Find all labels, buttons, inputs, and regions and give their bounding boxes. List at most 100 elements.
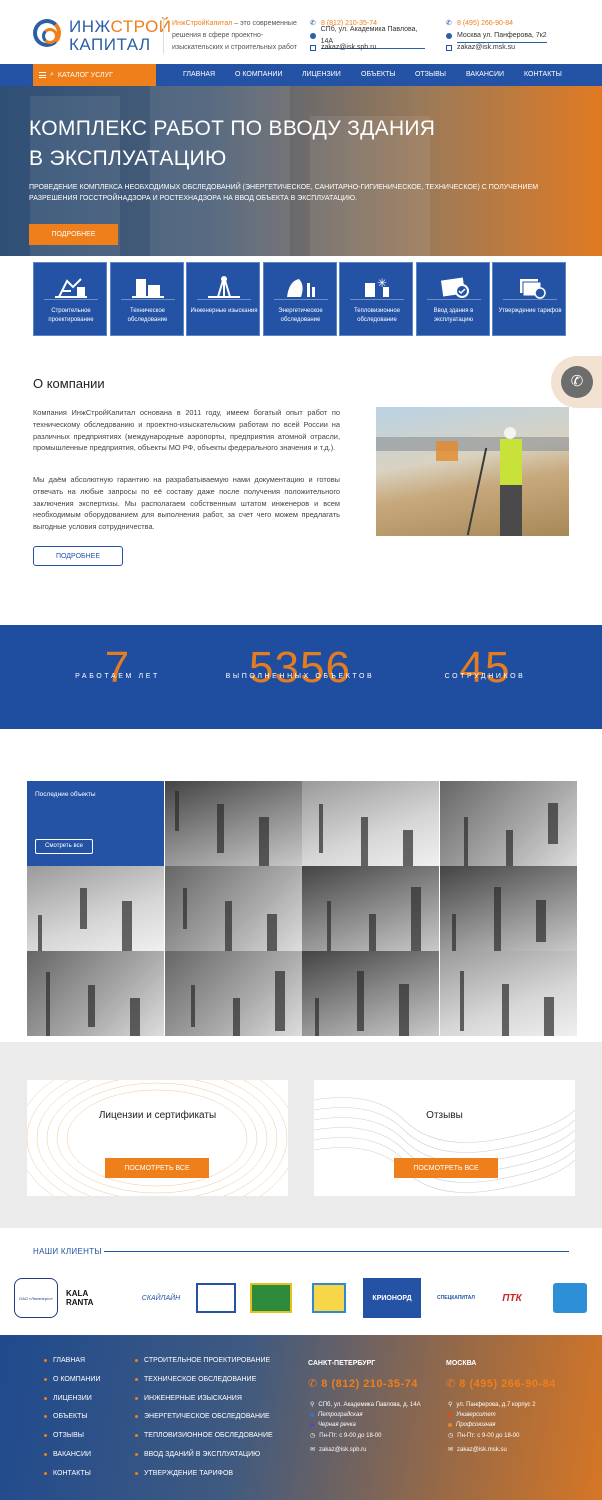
contacts-msk: ✆ 8 (495) 266-90-84 Москва ул. Панферова,…: [446, 18, 566, 54]
footer-service-link[interactable]: ЭНЕРГЕТИЧЕСКОЕ ОБСЛЕДОВАНИЕ: [135, 1413, 270, 1420]
client-logo[interactable]: [196, 1283, 236, 1313]
nav-item-about[interactable]: О КОМПАНИИ: [235, 64, 282, 86]
client-logo[interactable]: СПЕЦКАПИТАЛ: [428, 1278, 484, 1318]
gallery-photo[interactable]: [164, 866, 302, 951]
footer-link[interactable]: ВАКАНСИИ: [44, 1451, 91, 1458]
msk-address[interactable]: Москва ул. Панферова, 7к2: [457, 30, 547, 43]
photo-structure: [535, 900, 546, 942]
msk-email[interactable]: zakaz@isk.msk.su: [457, 42, 515, 54]
nav-item-objects[interactable]: ОБЪЕКТЫ: [361, 64, 396, 86]
licenses-card[interactable]: Лицензии и сертификаты ПОСМОТРЕТЬ ВСЕ: [27, 1080, 288, 1196]
service-item[interactable]: Техническое обследование: [109, 262, 184, 336]
client-logo[interactable]: СКАЙЛАЙН: [138, 1278, 184, 1318]
footer-link[interactable]: КОНТАКТЫ: [44, 1470, 91, 1477]
search-icon: ⌕: [50, 71, 54, 78]
gallery-photo[interactable]: [439, 781, 577, 866]
photo-structure: [411, 887, 421, 951]
gallery-photo[interactable]: [439, 951, 577, 1036]
footer-service-link[interactable]: ТЕПЛОВИЗИОННОЕ ОБСЛЕДОВАНИЕ: [135, 1432, 273, 1439]
client-logo[interactable]: КРИОНОРД: [363, 1278, 421, 1318]
pattern-decoration: [314, 1097, 575, 1193]
service-item[interactable]: Инженерные изыскания: [186, 262, 260, 336]
hero-banner: КОМПЛЕКС РАБОТ ПО ВВОДУ ЗДАНИЯ В ЭКСПЛУА…: [0, 86, 602, 256]
client-logo[interactable]: ПТК: [488, 1278, 536, 1318]
footer-email[interactable]: ✉ zakaz@isk.spb.ru: [310, 1446, 366, 1454]
energy-icon: [281, 273, 321, 299]
gallery-photo[interactable]: [164, 781, 302, 866]
photo-structure: [403, 830, 413, 866]
footer-service-link[interactable]: УТВЕРЖДЕНИЕ ТАРИФОВ: [135, 1470, 233, 1477]
gallery-photo[interactable]: [302, 866, 439, 951]
gallery-photo[interactable]: [302, 781, 439, 866]
client-logo[interactable]: ОАО «Ленэнерго»: [14, 1278, 58, 1318]
footer-service-link[interactable]: ВВОД ЗДАНИЙ В ЭКСПЛУАТАЦИЮ: [135, 1451, 260, 1458]
nav-item-home[interactable]: ГЛАВНАЯ: [183, 64, 215, 86]
location-pin-icon: [310, 33, 316, 39]
location-pin-icon: ⚲: [310, 1402, 315, 1408]
gallery-photo[interactable]: [27, 951, 164, 1036]
photo-structure: [505, 830, 513, 866]
gallery-photo[interactable]: [439, 866, 577, 951]
metro-icon: [448, 1413, 452, 1417]
spb-email[interactable]: zakaz@isk.spb.ru: [321, 42, 376, 54]
service-item[interactable]: ✳ Тепловизионное обследование: [339, 262, 413, 336]
photo-structure: [501, 984, 509, 1036]
about-more-button[interactable]: ПОДРОБНЕЕ: [33, 546, 123, 566]
callback-widget[interactable]: ✆: [551, 356, 602, 408]
service-item[interactable]: Ввод здания в эксплуатацию: [415, 262, 490, 336]
service-label: Ввод здания в эксплуатацию: [433, 308, 474, 323]
gallery-view-all-button[interactable]: Смотреть все: [35, 839, 93, 854]
service-item[interactable]: Утверждение тарифов: [492, 262, 566, 336]
client-logo[interactable]: [250, 1283, 292, 1313]
reviews-card[interactable]: Отзывы ПОСМОТРЕТЬ ВСЕ: [314, 1080, 575, 1196]
nav-item-reviews[interactable]: ОТЗЫВЫ: [415, 64, 446, 86]
footer-phone[interactable]: ✆ 8 (812) 210-35-74: [308, 1377, 418, 1390]
photo-structure: [46, 972, 50, 1036]
stat-employees: 45 СОТРУДНИКОВ: [425, 625, 545, 729]
footer-link[interactable]: ГЛАВНАЯ: [44, 1357, 85, 1364]
stat-number: 45: [459, 643, 511, 692]
footer-link[interactable]: ЛИЦЕНЗИИ: [44, 1395, 92, 1402]
footer-phone[interactable]: ✆ 8 (495) 266-90-84: [446, 1377, 556, 1390]
client-logo[interactable]: [553, 1283, 587, 1313]
gallery-photo[interactable]: [164, 951, 302, 1036]
survey-icon: [204, 273, 244, 299]
hero-more-button[interactable]: ПОДРОБНЕЕ: [29, 224, 118, 245]
footer-metro: Университет: [448, 1412, 496, 1418]
footer-service-link[interactable]: ТЕХНИЧЕСКОЕ ОБСЛЕДОВАНИЕ: [135, 1376, 256, 1383]
divider: [104, 1251, 569, 1252]
mail-icon: [446, 45, 452, 51]
photo-structure: [274, 971, 285, 1031]
footer-address: ⚲ СПб, ул. Академика Павлова, д. 14А: [310, 1401, 421, 1409]
gallery-photo[interactable]: [302, 951, 439, 1036]
footer-email[interactable]: ✉ zakaz@isk.msk.su: [448, 1446, 507, 1454]
catalog-label: КАТАЛОГ УСЛУГ: [57, 71, 113, 79]
reviews-view-all-button[interactable]: ПОСМОТРЕТЬ ВСЕ: [394, 1158, 498, 1178]
catalog-button[interactable]: ⌕ КАТАЛОГ УСЛУГ: [33, 64, 156, 86]
gallery-photo[interactable]: [27, 866, 164, 951]
service-item[interactable]: Энергетическое обследование: [262, 262, 337, 336]
client-logo[interactable]: [312, 1283, 346, 1313]
logo[interactable]: ИНЖСТРОЙ КАПИТАЛ: [33, 15, 171, 55]
metro-icon: [310, 1423, 314, 1427]
nav-item-contacts[interactable]: КОНТАКТЫ: [524, 64, 562, 86]
stat-number: 5356: [249, 643, 351, 692]
nav-item-licenses[interactable]: ЛИЦЕНЗИИ: [302, 64, 341, 86]
divider: [503, 299, 557, 300]
msk-phone[interactable]: 8 (495) 266-90-84: [457, 18, 513, 30]
reviews-card-title: Отзывы: [426, 1110, 463, 1121]
photo-structure: [319, 804, 323, 853]
footer-link[interactable]: О КОМПАНИИ: [44, 1376, 100, 1383]
footer-link[interactable]: ОБЪЕКТЫ: [44, 1413, 88, 1420]
service-item[interactable]: Строительное проектирование: [33, 262, 107, 336]
footer-city: МОСКВА: [446, 1360, 477, 1367]
service-label: Строительное проектирование: [48, 308, 94, 323]
client-logo[interactable]: KALA RANTA: [66, 1278, 116, 1318]
licenses-view-all-button[interactable]: ПОСМОТРЕТЬ ВСЕ: [105, 1158, 209, 1178]
footer-service-link[interactable]: СТРОИТЕЛЬНОЕ ПРОЕКТИРОВАНИЕ: [135, 1357, 270, 1364]
footer-service-link[interactable]: ИНЖЕНЕРНЫЕ ИЗЫСКАНИЯ: [135, 1395, 242, 1402]
nav-item-vacancies[interactable]: ВАКАНСИИ: [466, 64, 504, 86]
footer-link[interactable]: ОТЗЫВЫ: [44, 1432, 84, 1439]
phone-icon: ✆: [446, 1378, 460, 1390]
photo-structure: [459, 971, 464, 1031]
